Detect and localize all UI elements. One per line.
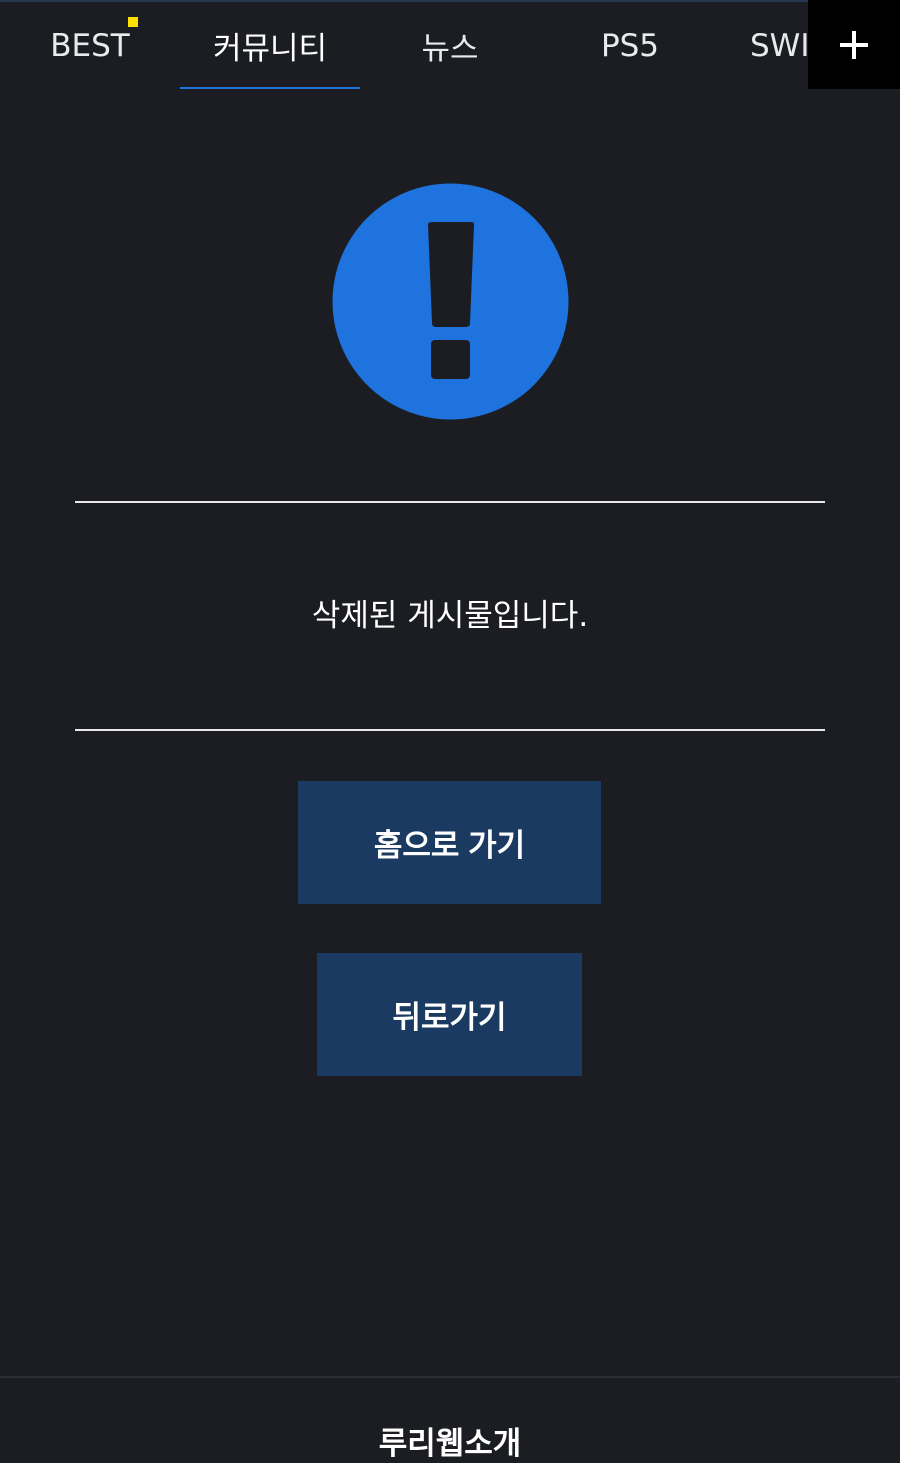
footer-about-link[interactable]: 루리웹소개 xyxy=(0,1418,900,1463)
exclamation-circle-icon xyxy=(332,183,569,420)
active-tab-indicator xyxy=(180,87,360,89)
tab-community[interactable]: 커뮤니티 xyxy=(180,2,360,89)
deleted-post-message: 삭제된 게시물입니다. xyxy=(311,598,589,634)
tab-ps5[interactable]: PS5 xyxy=(540,2,720,89)
tab-label: 커뮤니티 xyxy=(212,31,328,67)
tab-label: SWI xyxy=(750,27,810,64)
tab-label: BEST xyxy=(50,27,130,64)
tab-label: 뉴스 xyxy=(421,31,479,67)
tab-news[interactable]: 뉴스 xyxy=(360,2,540,89)
tab-label: PS5 xyxy=(600,27,660,64)
divider-bottom xyxy=(75,729,825,731)
go-home-button[interactable]: 홈으로 가기 xyxy=(298,781,601,904)
new-badge xyxy=(128,17,138,27)
category-tab-bar: BEST 커뮤니티 뉴스 PS5 SWI xyxy=(0,2,900,89)
go-back-button[interactable]: 뒤로가기 xyxy=(317,953,582,1076)
tab-best[interactable]: BEST xyxy=(0,2,180,89)
divider-top xyxy=(75,501,825,503)
add-tab-button[interactable] xyxy=(808,0,900,89)
footer-divider xyxy=(0,1376,900,1378)
plus-icon xyxy=(840,30,868,59)
